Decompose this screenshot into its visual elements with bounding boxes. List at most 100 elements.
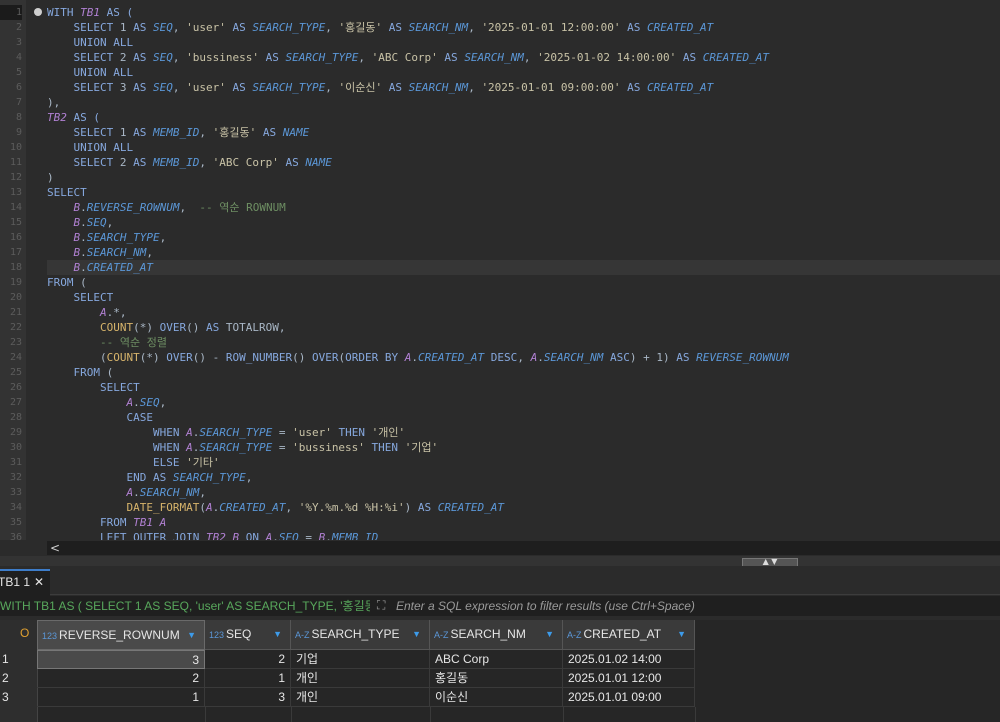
column-type-icon: 123 — [42, 631, 58, 641]
code-line[interactable]: TB2 AS ( — [47, 110, 100, 125]
close-icon[interactable]: ✕ — [34, 571, 44, 593]
sort-icon[interactable]: ▼ — [187, 621, 196, 649]
code-token: MEMB_ID — [152, 156, 200, 169]
code-line[interactable]: B.SEARCH_NM, — [47, 245, 153, 260]
code-line[interactable]: A.SEARCH_NM, — [47, 485, 205, 500]
column-header[interactable]: A-Z SEARCH_TYPE ▼ — [291, 620, 430, 650]
filter-input[interactable]: Enter a SQL expression to filter results… — [396, 596, 695, 616]
code-line[interactable]: WHEN A.SEARCH_TYPE = 'user' THEN '개인' — [47, 425, 405, 440]
column-header[interactable]: A-Z CREATED_AT ▼ — [563, 620, 695, 650]
code-line[interactable]: UNION ALL — [47, 65, 134, 80]
code-token: 'ABC Corp' — [212, 156, 279, 169]
code-token: '개인' — [371, 426, 406, 439]
code-line[interactable]: SELECT 2 AS MEMB_ID, 'ABC Corp' AS NAME — [47, 155, 332, 170]
code-token: . — [80, 246, 87, 259]
table-cell[interactable]: 개인 — [291, 688, 430, 707]
sort-icon[interactable]: ▼ — [412, 620, 421, 648]
table-cell[interactable]: 이순신 — [430, 688, 563, 707]
code-line[interactable]: UNION ALL — [47, 35, 134, 50]
line-number: 4 — [15, 52, 22, 63]
table-cell[interactable]: 3 — [37, 650, 205, 669]
table-cell[interactable]: 2025.01.01 12:00 — [563, 669, 695, 688]
sort-icon[interactable]: ▼ — [677, 620, 686, 648]
code-line[interactable]: B.CREATED_AT — [47, 260, 1000, 275]
scroll-left-icon[interactable]: < — [50, 541, 60, 555]
code-token: SELECT — [73, 291, 114, 304]
code-line[interactable]: A.SEQ, — [47, 395, 166, 410]
column-type-icon: A-Z — [567, 630, 582, 640]
code-line[interactable]: B.SEARCH_TYPE, — [47, 230, 167, 245]
panel-splitter[interactable]: ▲ ▼ — [0, 556, 1000, 567]
fold-marker-icon[interactable] — [34, 8, 42, 16]
expand-icon[interactable]: ⛶ — [377, 599, 390, 612]
code-line[interactable]: SELECT 2 AS SEQ, 'bussiness' AS SEARCH_T… — [47, 50, 769, 65]
code-line[interactable]: FROM ( — [47, 275, 87, 290]
code-line[interactable]: COUNT(*) OVER() AS TOTALROW, — [47, 320, 285, 335]
code-line[interactable]: ), — [47, 95, 60, 110]
sort-icon[interactable]: ▼ — [545, 620, 554, 648]
code-line[interactable]: SELECT 1 AS MEMB_ID, '홍길동' AS NAME — [47, 125, 310, 140]
code-token: . — [80, 231, 87, 244]
code-line[interactable]: FROM ( — [47, 365, 114, 380]
code-line[interactable]: END AS SEARCH_TYPE, — [47, 470, 252, 485]
table-cell[interactable]: 개인 — [291, 669, 430, 688]
code-line[interactable]: B.REVERSE_ROWNUM, -- 역순 ROWNUM — [47, 200, 286, 215]
code-token: REVERSE_ROWNUM — [696, 351, 789, 364]
code-token: AS — [382, 81, 409, 94]
row-number[interactable]: 2 — [2, 669, 32, 688]
code-line[interactable]: A.*, — [47, 305, 127, 320]
code-line[interactable]: B.SEQ, — [47, 215, 114, 230]
code-line[interactable]: CASE — [47, 410, 153, 425]
column-header[interactable]: 123 SEQ ▼ — [205, 620, 291, 650]
code-token: = — [272, 441, 293, 454]
code-token: AS — [620, 81, 648, 94]
code-line[interactable]: SELECT — [47, 380, 140, 395]
table-cell[interactable]: 기업 — [291, 650, 430, 669]
code-line[interactable]: SELECT — [47, 290, 114, 305]
column-header[interactable]: 123 REVERSE_ROWNUM ▼ — [37, 620, 205, 650]
line-number: 31 — [9, 457, 22, 468]
line-number: 15 — [9, 217, 22, 228]
table-cell[interactable]: 홍길동 — [430, 669, 563, 688]
table-cell[interactable]: 2025.01.02 14:00 — [563, 650, 695, 669]
code-line[interactable]: ELSE '기타' — [47, 455, 220, 470]
table-cell[interactable]: ABC Corp — [430, 650, 563, 669]
table-cell[interactable]: 3 — [205, 688, 291, 707]
code-line[interactable]: LEFT OUTER JOIN TB2 B ON A.SEQ = B.MEMB_… — [47, 530, 378, 540]
code-token: () - — [192, 351, 226, 364]
code-line[interactable]: WITH TB1 AS ( — [47, 5, 133, 20]
sql-editor[interactable]: 1 2 3 4 5 6 7 8 9 10 11 12 13 14 15 16 17 18 19 20 21 22 23 24 2… — [0, 0, 1000, 556]
code-line[interactable]: UNION ALL — [47, 140, 134, 155]
row-number[interactable]: 3 — [2, 688, 32, 707]
horizontal-scrollbar[interactable]: < — [47, 541, 1000, 555]
code-line[interactable]: SELECT — [47, 185, 87, 200]
code-line[interactable]: SELECT 1 AS SEQ, 'user' AS SEARCH_TYPE, … — [47, 20, 714, 35]
line-number: 20 — [9, 292, 22, 303]
code-line[interactable]: DATE_FORMAT(A.CREATED_AT, '%Y.%m.%d %H:%… — [47, 500, 504, 515]
code-line[interactable]: FROM TB1 A — [47, 515, 166, 530]
tab-results[interactable]: TB1 1 ✕ — [0, 569, 50, 596]
code-area[interactable]: WITH TB1 AS ( SELECT 1 AS SEQ, 'user' AS… — [47, 0, 1000, 540]
table-cell[interactable]: 1 — [205, 669, 291, 688]
table-cell[interactable]: 2 — [205, 650, 291, 669]
code-line[interactable]: SELECT 3 AS SEQ, 'user' AS SEARCH_TYPE, … — [47, 80, 714, 95]
line-number: 10 — [9, 142, 22, 153]
results-grid[interactable]: O 123 123 REVERSE_ROWNUM ▼ 123 SEQ ▼ A-Z SEARCH… — [0, 620, 1000, 722]
row-number[interactable]: 1 — [2, 650, 32, 669]
table-cell[interactable]: 2 — [37, 669, 205, 688]
table-cell[interactable]: 1 — [37, 688, 205, 707]
column-header[interactable]: A-Z SEARCH_NM ▼ — [430, 620, 563, 650]
code-line[interactable]: -- 역순 정렬 — [47, 335, 167, 350]
code-line[interactable]: (COUNT(*) OVER() - ROW_NUMBER() OVER(ORD… — [47, 350, 789, 365]
code-line[interactable]: ) — [47, 170, 54, 185]
line-number: 5 — [15, 67, 22, 78]
code-line[interactable]: WHEN A.SEARCH_TYPE = 'bussiness' THEN '기… — [47, 440, 438, 455]
code-token: AS — [256, 126, 283, 139]
sort-icon[interactable]: ▼ — [273, 620, 282, 648]
table-cell[interactable]: 2025.01.01 09:00 — [563, 688, 695, 707]
